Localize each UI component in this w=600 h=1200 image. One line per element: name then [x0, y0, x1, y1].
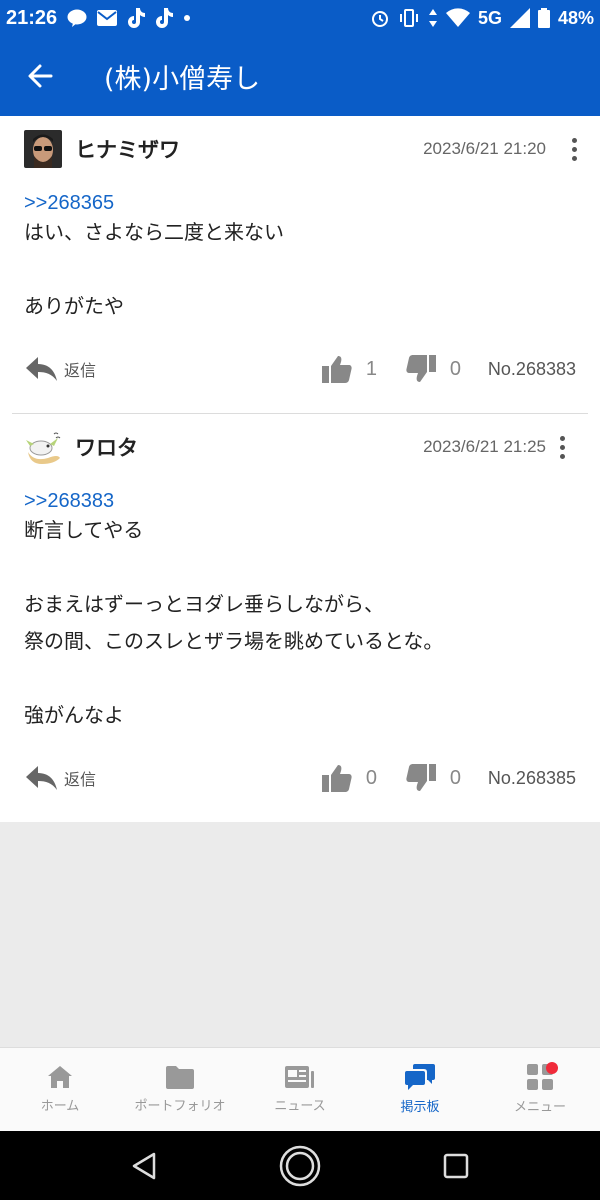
reply-icon [26, 357, 57, 381]
notification-badge [546, 1062, 558, 1074]
post-text-line [24, 660, 576, 697]
triangle-back-icon [132, 1152, 155, 1179]
avatar[interactable] [24, 428, 62, 466]
thumbs-up-icon [321, 356, 352, 383]
bottom-nav: ホーム ポートフォリオ ニュース 掲示板 メニュー [0, 1047, 600, 1131]
thumbs-up-icon [321, 765, 352, 792]
nav-item-menu[interactable]: メニュー [480, 1048, 600, 1131]
reply-label: 返信 [64, 361, 97, 380]
post-timestamp: 2023/6/21 21:20 [423, 139, 546, 158]
like-button[interactable]: 0 [321, 764, 380, 792]
post-actions: 返信 1 0 No.268383 [24, 325, 576, 413]
post-timestamp: 2023/6/21 21:25 [423, 437, 546, 456]
username[interactable]: ヒナミザワ [75, 134, 180, 164]
reply-button[interactable]: 返信 [24, 355, 96, 383]
app-bar: (株)小僧寿し [0, 36, 600, 116]
post-text-line: おまえはずーっとヨダレ垂らしながら、 [24, 592, 384, 616]
post-text-line: 強がんなよ [24, 703, 124, 727]
nav-item-news[interactable]: ニュース [240, 1048, 360, 1131]
post-actions: 返信 0 0 No.268385 [24, 734, 576, 822]
folder-icon [166, 1066, 194, 1089]
square-recents-icon [444, 1153, 469, 1178]
tiktok-icon [128, 8, 146, 28]
circle-home-icon [279, 1145, 321, 1186]
data-arrows-icon [428, 9, 437, 27]
post-text-line: はい、さよなら二度と来ない [24, 220, 284, 244]
nav-label: ポートフォリオ [134, 1099, 226, 1114]
post-header: ヒナミザワ 2023/6/21 21:20 [24, 116, 577, 182]
post-text-line: 断言してやる [24, 518, 144, 542]
post-number: No.268383 [487, 358, 576, 379]
dislike-count: 0 [449, 357, 462, 380]
reply-label: 返信 [64, 770, 97, 789]
like-count: 0 [365, 766, 378, 789]
thumbs-down-icon [406, 355, 436, 382]
nav-label: 掲示板 [400, 1100, 440, 1115]
mail-icon [97, 10, 118, 26]
nav-label: ホーム [40, 1099, 80, 1114]
battery-level: 48% [557, 7, 594, 28]
reply-icon [26, 766, 57, 790]
nav-label: ニュース [274, 1099, 326, 1114]
home-icon [48, 1066, 72, 1088]
system-back-button[interactable] [131, 1152, 157, 1180]
system-home-button[interactable] [278, 1144, 322, 1188]
more-options-button[interactable] [562, 129, 586, 169]
news-icon [285, 1066, 314, 1088]
post-text-line: ありがたや [24, 294, 124, 318]
reply-anchor-link[interactable]: >>268365 [24, 192, 576, 214]
post-text-line [24, 251, 576, 288]
network-type: 5G [477, 7, 502, 28]
post-card: ヒナミザワ 2023/6/21 21:20 >>268365 はい、さよなら二度… [0, 116, 600, 413]
post-card: ワロタ 2023/6/21 21:25 >>268383 断言してやる おまえは… [12, 413, 588, 822]
avatar[interactable] [24, 130, 62, 168]
system-recents-button[interactable] [443, 1153, 469, 1179]
line-icon [67, 9, 87, 27]
thumbs-down-icon [406, 764, 436, 791]
status-bar: 21:26 5G 48% [0, 0, 600, 36]
system-nav-bar [0, 1131, 600, 1200]
dot-icon [184, 15, 191, 21]
battery-icon [537, 8, 550, 28]
post-body: >>268383 断言してやる おまえはずーっとヨダレ垂らしながら、 祭の間、こ… [24, 480, 576, 734]
nav-item-board[interactable]: 掲示板 [360, 1048, 480, 1131]
post-body: >>268365 はい、さよなら二度と来ない ありがたや [24, 182, 576, 325]
reply-anchor-link[interactable]: >>268383 [24, 490, 576, 512]
status-time: 21:26 [6, 6, 58, 29]
dislike-button[interactable]: 0 [406, 355, 464, 383]
post-text-line: 祭の間、このスレとザラ場を眺めているとな。 [24, 629, 444, 653]
tiktok-icon [156, 8, 174, 28]
arrow-left-icon [28, 64, 53, 88]
alarm-icon [371, 11, 388, 27]
nav-item-home[interactable]: ホーム [0, 1048, 120, 1131]
dislike-button[interactable]: 0 [406, 764, 464, 792]
reply-button[interactable]: 返信 [24, 764, 96, 792]
post-header: ワロタ 2023/6/21 21:25 [24, 414, 576, 480]
chat-icon [405, 1064, 435, 1090]
like-button[interactable]: 1 [321, 355, 380, 383]
post-number: No.268385 [487, 767, 576, 788]
back-button[interactable] [0, 36, 80, 116]
nav-label: メニュー [513, 1100, 566, 1115]
more-options-button[interactable] [550, 427, 574, 467]
wifi-icon [445, 8, 470, 27]
dislike-count: 0 [449, 766, 462, 789]
page-title: (株)小僧寿し [104, 63, 261, 95]
nav-item-portfolio[interactable]: ポートフォリオ [120, 1048, 240, 1131]
username[interactable]: ワロタ [75, 432, 138, 462]
post-text-line [24, 549, 576, 586]
signal-icon [509, 8, 530, 28]
like-count: 1 [365, 357, 378, 380]
vibrate-icon [399, 9, 418, 27]
post-list: ヒナミザワ 2023/6/21 21:20 >>268365 はい、さよなら二度… [0, 116, 600, 822]
